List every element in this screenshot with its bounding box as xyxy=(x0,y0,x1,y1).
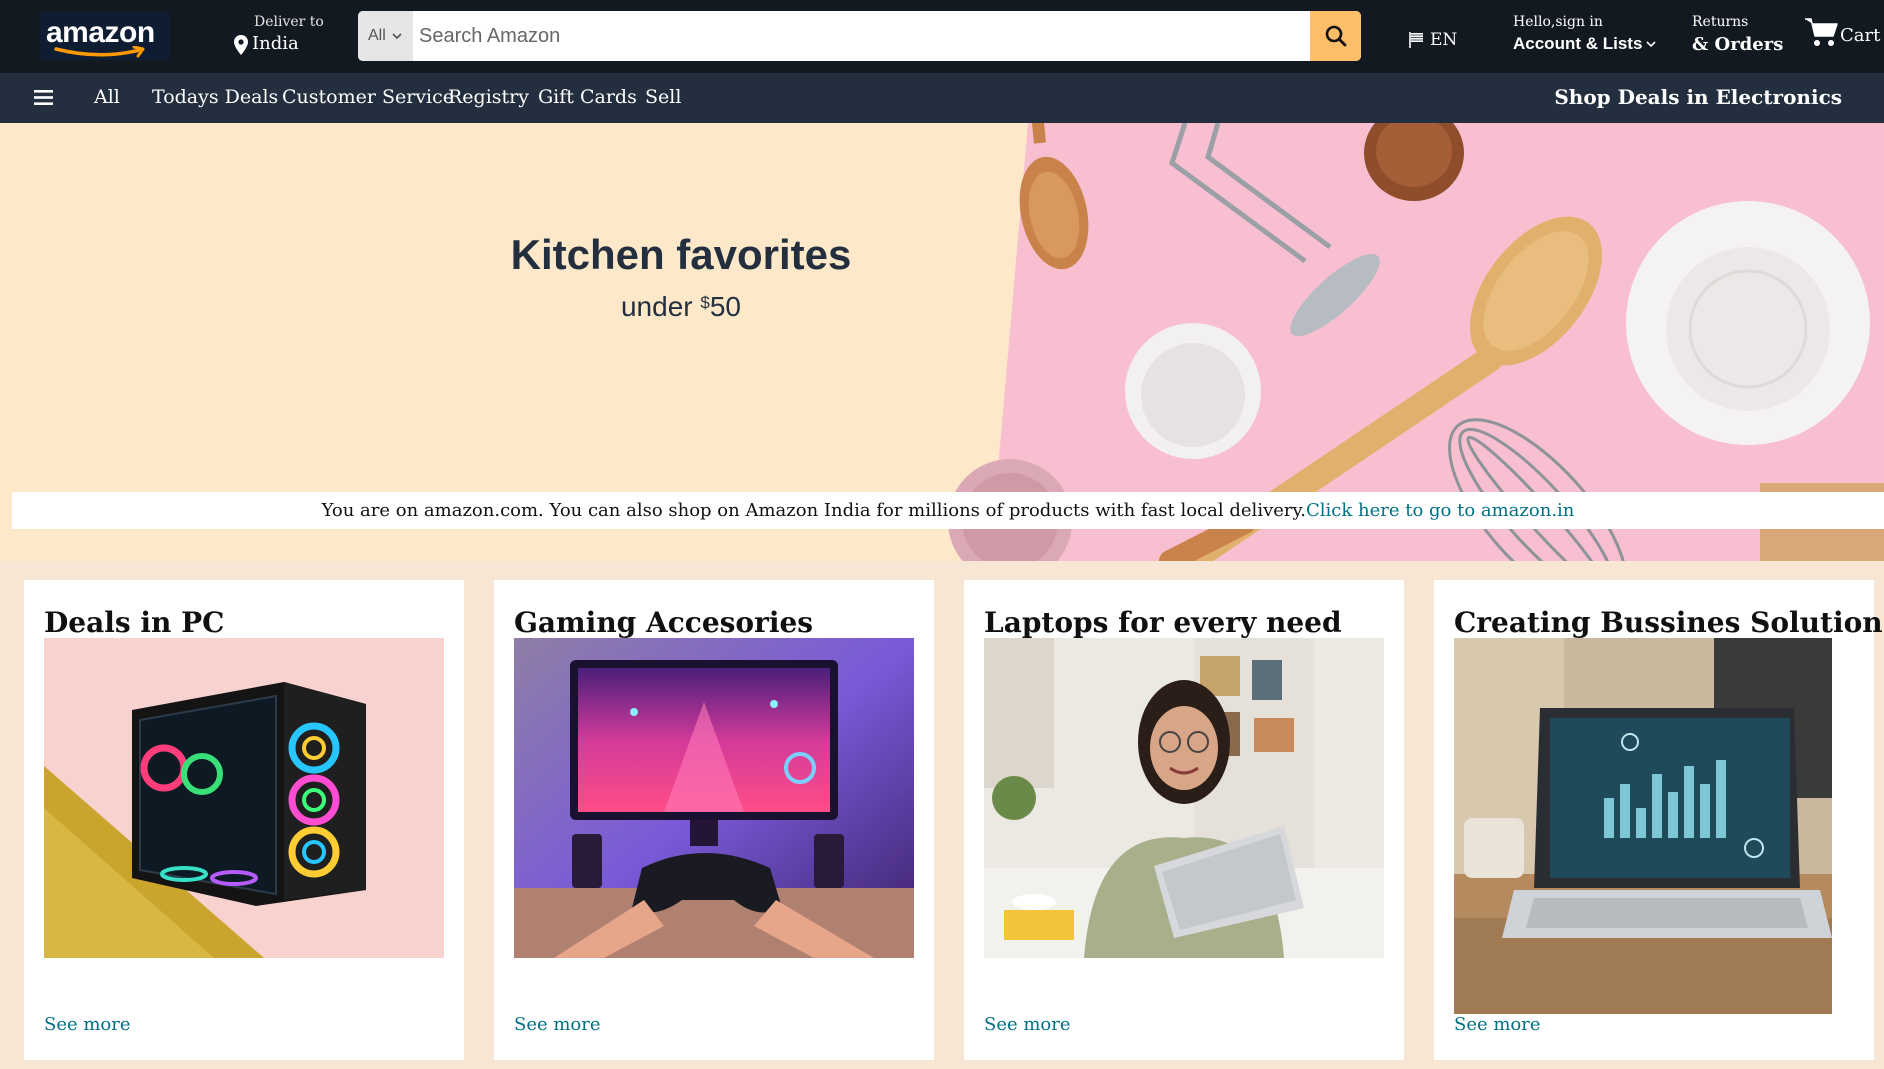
search-category-label: All xyxy=(368,27,386,44)
location-pin-icon xyxy=(234,35,248,55)
gaming-controller-image[interactable] xyxy=(514,638,914,958)
chevron-down-icon xyxy=(1646,40,1656,47)
smile-arrow-icon xyxy=(54,46,145,58)
see-more-link[interactable]: See more xyxy=(984,1014,1071,1035)
nav-item-gift-cards[interactable]: Gift Cards xyxy=(538,86,637,108)
amazon-in-link[interactable]: Click here to go to amazon.in xyxy=(1306,500,1574,521)
cart-icon xyxy=(1805,18,1838,46)
language-selector[interactable]: EN xyxy=(1408,30,1457,50)
nav-item-all[interactable]: All xyxy=(94,86,120,108)
woman-laptop-illustration xyxy=(984,638,1384,958)
nav-item-todays-deals[interactable]: Todays Deals xyxy=(152,86,278,108)
deliver-location: India xyxy=(252,33,299,54)
nav-item-sell[interactable]: Sell xyxy=(645,86,681,108)
region-notice-bar: You are on amazon.com. You can also shop… xyxy=(12,492,1884,529)
hero-subtitle: under $50 xyxy=(0,291,1362,323)
logo-text: amazon xyxy=(46,16,155,49)
gaming-pc-illustration xyxy=(44,638,444,958)
promo-link-electronics[interactable]: Shop Deals in Electronics xyxy=(1554,85,1842,109)
card-title: Laptops for every need xyxy=(984,606,1342,639)
orders-label: & Orders xyxy=(1692,34,1784,55)
nav-item-customer-service[interactable]: Customer Service xyxy=(282,86,454,108)
cart-label: Cart xyxy=(1840,25,1881,46)
hero-subtitle-prefix: under xyxy=(620,291,701,322)
cart-button[interactable]: Cart xyxy=(1804,16,1880,48)
see-more-link[interactable]: See more xyxy=(44,1014,131,1035)
search-icon xyxy=(1325,25,1346,47)
hero-banner[interactable]: Kitchen favorites under $50 You are on a… xyxy=(0,123,1884,561)
product-card-deals-pc: Deals in PC See more xyxy=(24,580,464,1060)
account-lists-label: Account & Lists xyxy=(1513,34,1656,54)
card-title: Deals in PC xyxy=(44,606,225,639)
language-label: EN xyxy=(1430,30,1458,50)
product-card-gaming-accessories: Gaming Accesories See more xyxy=(494,580,934,1060)
top-navbar: amazon Deliver to India All Search Amazo… xyxy=(0,0,1884,73)
secondary-navbar: All Todays Deals Customer Service Regist… xyxy=(0,73,1884,123)
account-lists[interactable]: Hello,sign in Account & Lists xyxy=(1513,14,1656,54)
hero-title: Kitchen favorites xyxy=(510,231,852,278)
returns-label: Returns xyxy=(1692,14,1749,30)
gaming-controller-illustration xyxy=(514,638,914,958)
chevron-down-icon xyxy=(392,32,402,39)
account-lists-text: Account & Lists xyxy=(1513,34,1643,53)
gaming-pc-image[interactable] xyxy=(44,638,444,958)
account-greeting: Hello,sign in xyxy=(1513,14,1603,30)
deliver-label: Deliver to xyxy=(254,14,324,30)
nav-item-registry[interactable]: Registry xyxy=(448,86,529,108)
see-more-link[interactable]: See more xyxy=(514,1014,601,1035)
woman-laptop-image[interactable] xyxy=(984,638,1384,958)
card-title: Creating Bussines Solution xyxy=(1454,606,1883,639)
hamburger-menu-icon[interactable] xyxy=(34,89,53,106)
hero-currency: $ xyxy=(700,293,710,312)
search-category-dropdown[interactable]: All xyxy=(358,11,413,61)
search-bar: All xyxy=(358,11,1361,61)
laptop-dashboard-image[interactable] xyxy=(1454,638,1832,1014)
returns-orders[interactable]: Returns & Orders xyxy=(1692,14,1783,55)
product-card-business-solution: Creating Bussines Solution See more xyxy=(1434,580,1883,1060)
search-button[interactable] xyxy=(1310,11,1361,61)
see-more-link[interactable]: See more xyxy=(1454,1014,1541,1035)
search-input[interactable] xyxy=(413,11,1313,61)
region-notice-text: You are on amazon.com. You can also shop… xyxy=(321,500,1306,521)
hero-amount: 50 xyxy=(709,291,742,322)
laptop-dashboard-illustration xyxy=(1454,638,1832,1014)
product-card-laptops: Laptops for every need See more xyxy=(964,580,1404,1060)
flag-icon xyxy=(1409,32,1423,48)
amazon-logo[interactable]: amazon xyxy=(40,12,170,60)
card-title: Gaming Accesories xyxy=(514,606,814,639)
